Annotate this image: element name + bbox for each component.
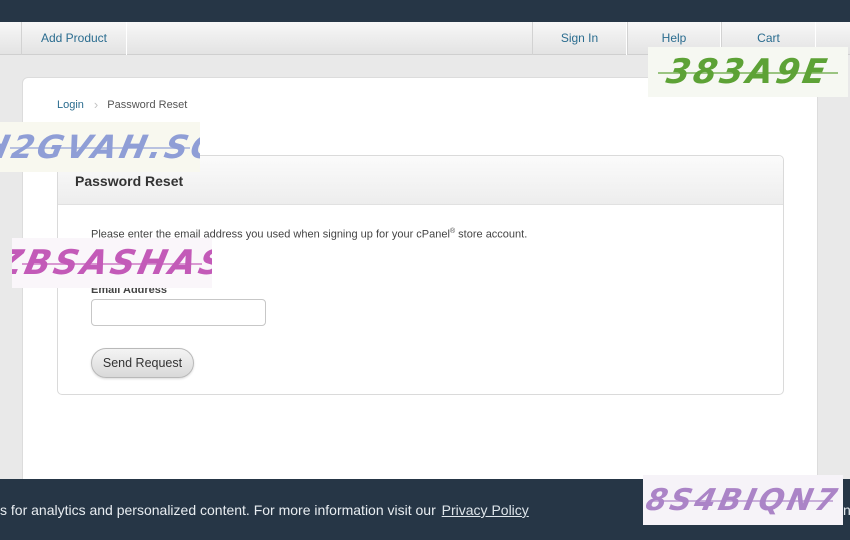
breadcrumb-current: Password Reset [107, 98, 188, 111]
captcha-image: 383A9E [648, 47, 848, 97]
email-field[interactable] [91, 299, 266, 326]
send-request-button[interactable]: Send Request [91, 348, 194, 378]
captcha-image: 8S4BIQN7 [643, 475, 843, 525]
top-bar [0, 0, 850, 22]
captcha-image: H2GVAH.SC [0, 122, 200, 172]
breadcrumb: Login › Password Reset [57, 97, 187, 112]
captcha-image: ZBSASHAS [12, 238, 212, 288]
nav-sign-in[interactable]: Sign In [532, 22, 627, 55]
cookie-message: s for analytics and personalized content… [0, 502, 529, 518]
privacy-policy-link[interactable]: Privacy Policy [442, 502, 529, 518]
chevron-right-icon: › [93, 97, 99, 112]
breadcrumb-login-link[interactable]: Login [57, 99, 84, 111]
cookie-edge-text: n [843, 502, 850, 518]
nav-add-product[interactable]: Add Product [21, 22, 127, 55]
